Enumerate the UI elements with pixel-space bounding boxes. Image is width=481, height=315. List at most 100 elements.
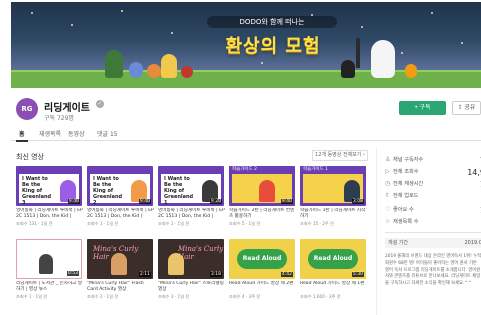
channel-banner: DODO와 함께 떠나는 환상의 모험	[11, 2, 481, 88]
tab-home[interactable]: 홈	[16, 129, 27, 142]
video-thumbnail[interactable]: 학습가이드 1 3:08	[300, 166, 366, 206]
video-title[interactable]: "Mina's Curly Hair" 스토리텔링 영상	[158, 281, 226, 293]
banner-subtitle: DODO와 함께 떠나는	[207, 16, 337, 28]
banner-character	[129, 62, 143, 78]
video-thumbnail[interactable]: I Want to Be the King of Greenland 2 9:4…	[87, 166, 153, 206]
banner-character	[371, 40, 395, 78]
tab-playlists[interactable]: 재생목록	[39, 129, 61, 138]
video-title[interactable]: 리딩게이트 | 도서관 _ 인사하고 말하기 | 영상 뉴스	[16, 281, 84, 293]
channel-name[interactable]: 리딩게이트	[44, 99, 90, 114]
stat-label: 전체 조회수	[393, 169, 419, 175]
video-thumbnail[interactable]: I Want to Be the King of Greenland 1 9:2…	[158, 166, 224, 206]
video-card[interactable]: 0:53 리딩게이트 | 도서관 _ 인사하고 말하기 | 영상 뉴스 조회수 …	[16, 239, 86, 300]
video-title[interactable]: 영어동화 | 리딩게이트 루비북 | EP 2C 1513 | Don, the…	[87, 208, 155, 220]
video-duration: 0:53	[66, 271, 79, 276]
video-meta: 조회수 1 · 1일 전	[158, 221, 190, 226]
banner-lamp	[356, 38, 360, 68]
video-card[interactable]: I Want to Be the King of Greenland 3 9:4…	[16, 166, 86, 227]
banner-character	[181, 66, 193, 78]
joined-label: 개설 기간	[388, 240, 408, 246]
video-meta: 조회수 4 · 3주 전	[229, 294, 261, 299]
clock-icon: ◷	[385, 180, 391, 187]
video-title[interactable]: "Mina's Curly Hair" Flash Card Activity …	[87, 281, 155, 293]
video-duration: 3:08	[351, 199, 364, 204]
divider	[385, 232, 481, 233]
stat-label: 전체 업로드	[393, 193, 419, 199]
banner-character	[405, 64, 417, 78]
video-meta: 조회수 2 · 1일 전	[87, 294, 119, 299]
star-icon: ☆	[385, 218, 391, 225]
video-meta: 조회수 3 · 1일 전	[158, 294, 190, 299]
channel-avatar[interactable]: RG	[16, 98, 38, 120]
joined-row: 개설 기간 2019.0	[385, 238, 481, 248]
video-card[interactable]: Mina's Curly Hair 2:11 "Mina's Curly Hai…	[87, 239, 157, 300]
stat-watch-time: ◷전체 재생시간 1	[385, 180, 481, 190]
tab-videos[interactable]: 동영상	[68, 129, 85, 138]
stat-subscribers: ♙채널 구독자수 7	[385, 156, 481, 166]
banner-character	[105, 50, 123, 78]
video-thumbnail[interactable]: Mina's Curly Hair 3:18	[158, 239, 224, 279]
latest-videos-heading: 최신 영상	[16, 153, 44, 161]
banner-title: 환상의 모험	[225, 36, 321, 57]
joined-date: 2019.0	[464, 240, 481, 246]
thumbnail-text: 학습가이드 2	[229, 166, 295, 173]
banner-character	[161, 54, 177, 78]
thumbnail-text: Read Aloud	[237, 249, 287, 269]
video-meta: 조회수 1 · 1일 전	[16, 294, 48, 299]
banner-character	[147, 64, 161, 78]
video-duration: 4:42	[280, 272, 293, 277]
video-title[interactable]: 학습가이드 1탄 | 리딩게이트 시작하기	[300, 208, 368, 220]
video-meta: 조회수 15 · 2주 전	[300, 221, 334, 226]
video-thumbnail[interactable]: I Want to Be the King of Greenland 3 9:4…	[16, 166, 82, 206]
thumbnail-text: I Want to Be the King of Greenland 2	[93, 176, 123, 206]
play-icon: ▷	[385, 168, 390, 175]
video-meta: 조회수 1 · 1일 전	[87, 221, 119, 226]
video-thumbnail[interactable]: Mina's Curly Hair 2:11	[87, 239, 153, 279]
stat-label: 좋아요 수	[393, 207, 414, 213]
video-thumbnail[interactable]: 0:53	[16, 239, 82, 279]
video-card[interactable]: I Want to Be the King of Greenland 2 9:4…	[87, 166, 157, 227]
video-thumbnail[interactable]: Read Aloud 4:42	[229, 239, 295, 279]
video-thumbnail[interactable]: 학습가이드 2 9:40	[229, 166, 295, 206]
thumbnail-text: Read Aloud	[308, 249, 358, 269]
upload-icon: ⇧	[385, 192, 391, 199]
video-duration: 9:20	[209, 199, 222, 204]
stat-uploads: ⇧ 전체 업로드	[385, 192, 481, 202]
stat-value: 14,9	[467, 168, 481, 177]
video-meta: 조회수 5 · 1일 전	[229, 221, 261, 226]
video-card[interactable]: 학습가이드 2 9:40 학습가이드 2탄 | 리딩게이트 컨텐츠 활용하기 조…	[229, 166, 299, 227]
banner-character	[341, 60, 355, 78]
video-title[interactable]: 학습가이드 2탄 | 리딩게이트 컨텐츠 활용하기	[229, 208, 297, 220]
subscribe-button[interactable]: + 구독	[399, 101, 446, 115]
video-duration: 9:40	[280, 199, 293, 204]
stat-label: 전체 재생시간	[393, 181, 424, 187]
channel-stats-sidebar: ♙채널 구독자수 7 ▷전체 조회수 14,9 ◷전체 재생시간 1 ⇧전체 업…	[376, 148, 481, 315]
user-icon: ♙	[385, 156, 391, 163]
video-card[interactable]: 학습가이드 1 3:08 학습가이드 1탄 | 리딩게이트 시작하기 조회수 1…	[300, 166, 370, 227]
video-duration: 9:40	[138, 199, 151, 204]
video-duration: 9:40	[67, 199, 80, 204]
video-duration: 2:11	[138, 272, 151, 277]
video-card[interactable]: Read Aloud 4:42 Read Aloud 가이드 영상 제 2편 조…	[229, 239, 299, 300]
stat-label: 채널 구독자수	[393, 157, 424, 163]
video-card[interactable]: I Want to Be the King of Greenland 1 9:2…	[158, 166, 228, 227]
video-title[interactable]: Read Aloud 가이드 영상 제 2편	[229, 281, 297, 293]
video-title[interactable]: 영어동화 | 리딩게이트 루비북 | EP 2C 1513 | Don, the…	[158, 208, 226, 220]
video-title[interactable]: 영어동화 | 리딩게이트 루비북 | EP 2C 1513 | Don, the…	[16, 208, 84, 220]
stat-label: 재생목록 수	[393, 219, 419, 225]
thumbnail-text: I Want to Be the King of Greenland 1	[164, 176, 194, 206]
video-meta: 조회수 131 · 1일 전	[16, 221, 53, 226]
video-title[interactable]: Read Aloud 가이드 영상 제 1편	[300, 281, 368, 293]
play-all-button[interactable]: 12개 동영상 전체보기 ›	[312, 150, 368, 161]
thumbnail-text: 학습가이드 1	[300, 166, 366, 173]
video-thumbnail[interactable]: Read Aloud 5:30	[300, 239, 366, 279]
heart-icon: ♡	[385, 206, 391, 213]
video-card[interactable]: Read Aloud 5:30 Read Aloud 가이드 영상 제 1편 조…	[300, 239, 370, 300]
stat-playlists: ☆ 재생목록 수	[385, 218, 481, 228]
tab-comments[interactable]: 댓글 15	[97, 129, 118, 138]
share-button[interactable]: ⇪ 공유	[452, 101, 481, 115]
channel-description: 2019 올해의 브랜드 대상 온라인 영어독서 1위! 누적 회원수 68만 …	[385, 254, 481, 287]
stat-likes: ♡좋아요 수 1	[385, 206, 481, 216]
channel-tabs: 홈 재생목록 동영상 댓글 15	[11, 127, 481, 142]
video-card[interactable]: Mina's Curly Hair 3:18 "Mina's Curly Hai…	[158, 239, 228, 300]
